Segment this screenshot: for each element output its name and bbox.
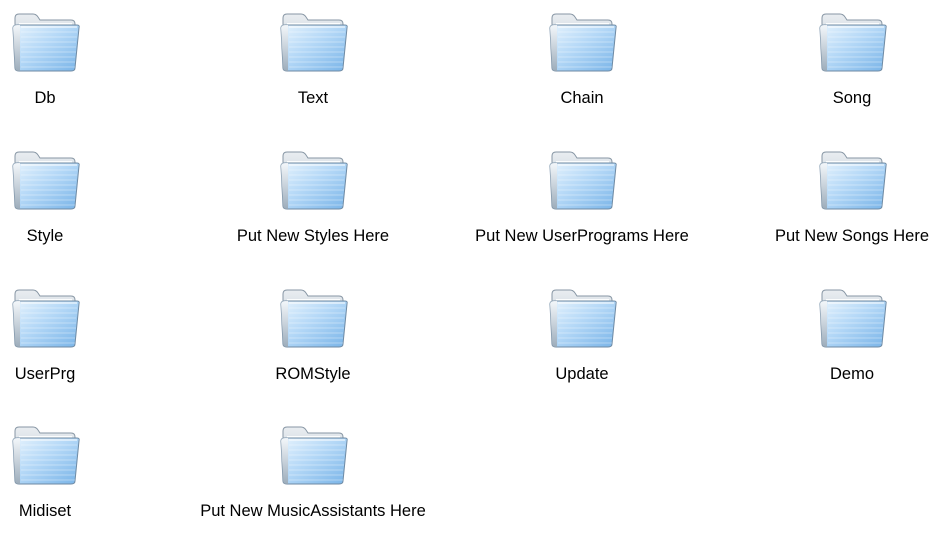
- folder-label: Midiset: [18, 502, 72, 520]
- folder-item[interactable]: Text: [198, 8, 428, 109]
- folder-item[interactable]: Chain: [467, 8, 697, 109]
- folder-icon[interactable]: [546, 284, 618, 350]
- folder-icon[interactable]: [816, 284, 888, 350]
- folder-label: Put New Songs Here: [774, 227, 930, 245]
- folder-item[interactable]: Put New UserPrograms Here: [467, 146, 697, 247]
- folder-label: UserPrg: [14, 365, 76, 383]
- folder-item[interactable]: Update: [467, 284, 697, 385]
- folder-label: Song: [832, 89, 872, 107]
- folder-icon[interactable]: [9, 146, 81, 212]
- folder-item[interactable]: Style: [0, 146, 160, 247]
- folder-label: Put New Styles Here: [236, 227, 390, 245]
- folder-item[interactable]: Db: [0, 8, 160, 109]
- folder-item[interactable]: Put New MusicAssistants Here: [198, 421, 428, 522]
- folder-icon[interactable]: [277, 284, 349, 350]
- finder-icon-view: Db Text Chain Song Style Put New Styles …: [0, 0, 940, 539]
- folder-label: Chain: [560, 89, 604, 107]
- folder-label: ROMStyle: [275, 365, 351, 383]
- folder-label: Put New UserPrograms Here: [475, 227, 689, 245]
- folder-item[interactable]: UserPrg: [0, 284, 160, 385]
- folder-icon[interactable]: [546, 146, 618, 212]
- folder-icon[interactable]: [816, 146, 888, 212]
- folder-icon[interactable]: [9, 8, 81, 74]
- folder-label: Text: [297, 89, 329, 107]
- folder-item[interactable]: ROMStyle: [198, 284, 428, 385]
- folder-item[interactable]: Song: [737, 8, 940, 109]
- folder-item[interactable]: Midiset: [0, 421, 160, 522]
- folder-icon[interactable]: [9, 284, 81, 350]
- folder-icon[interactable]: [277, 146, 349, 212]
- folder-icon[interactable]: [277, 8, 349, 74]
- folder-label: Demo: [829, 365, 874, 383]
- folder-label: Db: [34, 89, 56, 107]
- folder-item[interactable]: Put New Styles Here: [198, 146, 428, 247]
- folder-label: Update: [555, 365, 609, 383]
- folder-icon[interactable]: [816, 8, 888, 74]
- folder-icon[interactable]: [9, 421, 81, 487]
- folder-icon[interactable]: [277, 421, 349, 487]
- folder-label: Style: [26, 227, 64, 245]
- folder-icon[interactable]: [546, 8, 618, 74]
- folder-item[interactable]: Put New Songs Here: [737, 146, 940, 247]
- folder-label: Put New MusicAssistants Here: [200, 502, 426, 520]
- folder-item[interactable]: Demo: [737, 284, 940, 385]
